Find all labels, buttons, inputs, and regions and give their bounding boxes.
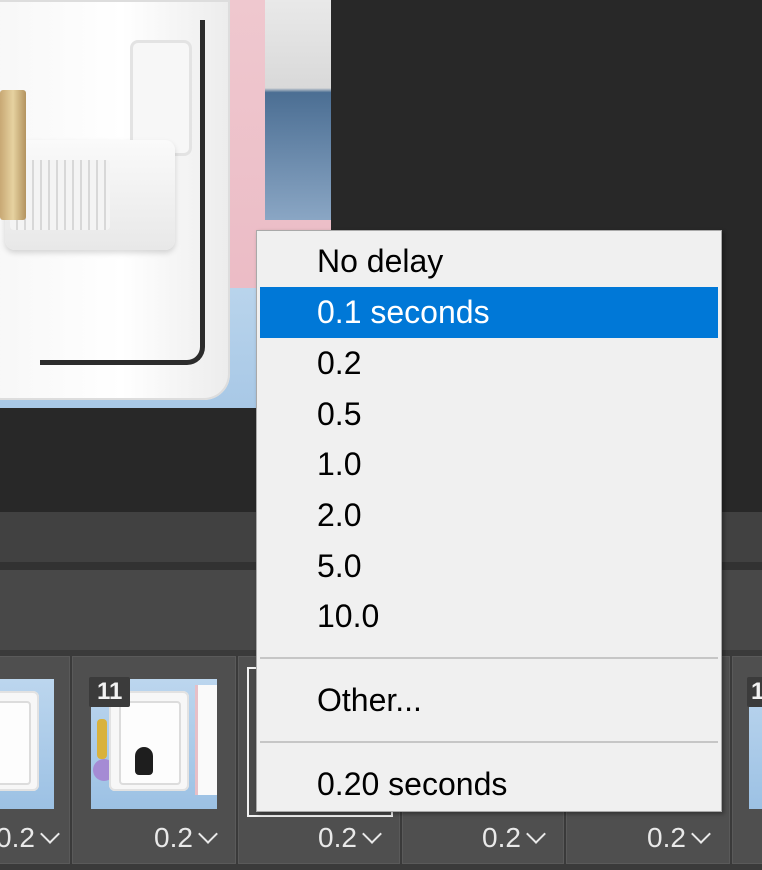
- frame-number: 1: [747, 677, 762, 707]
- frame-delay-value: 0.2: [318, 822, 357, 853]
- background-detail: [265, 0, 331, 220]
- menu-separator: [260, 741, 718, 743]
- chevron-down-icon: [691, 824, 711, 844]
- menu-item-5-0[interactable]: 5.0: [260, 541, 718, 592]
- frame-delay-dropdown[interactable]: 0.2: [0, 820, 60, 856]
- chevron-down-icon: [198, 824, 218, 844]
- timeline-frame[interactable]: 1: [732, 656, 762, 864]
- menu-item-other[interactable]: Other...: [260, 675, 718, 726]
- door-handle: [130, 40, 192, 156]
- menu-item-no-delay[interactable]: No delay: [260, 236, 718, 287]
- frame-delay-value: 0.2: [482, 822, 521, 853]
- menu-item-1-0[interactable]: 1.0: [260, 439, 718, 490]
- menu-item-0-1-seconds[interactable]: 0.1 seconds: [260, 287, 718, 338]
- thumbnail-door: [195, 685, 217, 795]
- thumbnail-figure: [135, 747, 153, 775]
- frame-delay-value: 0.2: [0, 822, 35, 853]
- thumbnail-fridge: [0, 691, 39, 791]
- frame-delay-dropdown[interactable]: 0.2: [154, 820, 218, 856]
- hinge: [0, 150, 26, 220]
- chevron-down-icon: [362, 824, 382, 844]
- chevron-down-icon: [526, 824, 546, 844]
- frame-thumbnail: [0, 679, 54, 809]
- menu-item-0-5[interactable]: 0.5: [260, 389, 718, 440]
- thumbnail-plant: [97, 719, 107, 759]
- menu-separator: [260, 657, 718, 659]
- frame-delay-dropdown[interactable]: 0.2: [482, 820, 546, 856]
- frame-delay-value: 0.2: [647, 822, 686, 853]
- menu-item-current-delay[interactable]: 0.20 seconds: [260, 759, 718, 810]
- frame-delay-dropdown[interactable]: 0.2: [647, 820, 711, 856]
- menu-item-0-2[interactable]: 0.2: [260, 338, 718, 389]
- frame-delay-dropdown[interactable]: 0.2: [318, 820, 382, 856]
- frame-delay-menu: No delay 0.1 seconds 0.2 0.5 1.0 2.0 5.0…: [256, 230, 722, 812]
- menu-item-10-0[interactable]: 10.0: [260, 591, 718, 642]
- frame-number: 11: [89, 677, 131, 707]
- frame-delay-value: 0.2: [154, 822, 193, 853]
- menu-item-2-0[interactable]: 2.0: [260, 490, 718, 541]
- chevron-down-icon: [40, 824, 60, 844]
